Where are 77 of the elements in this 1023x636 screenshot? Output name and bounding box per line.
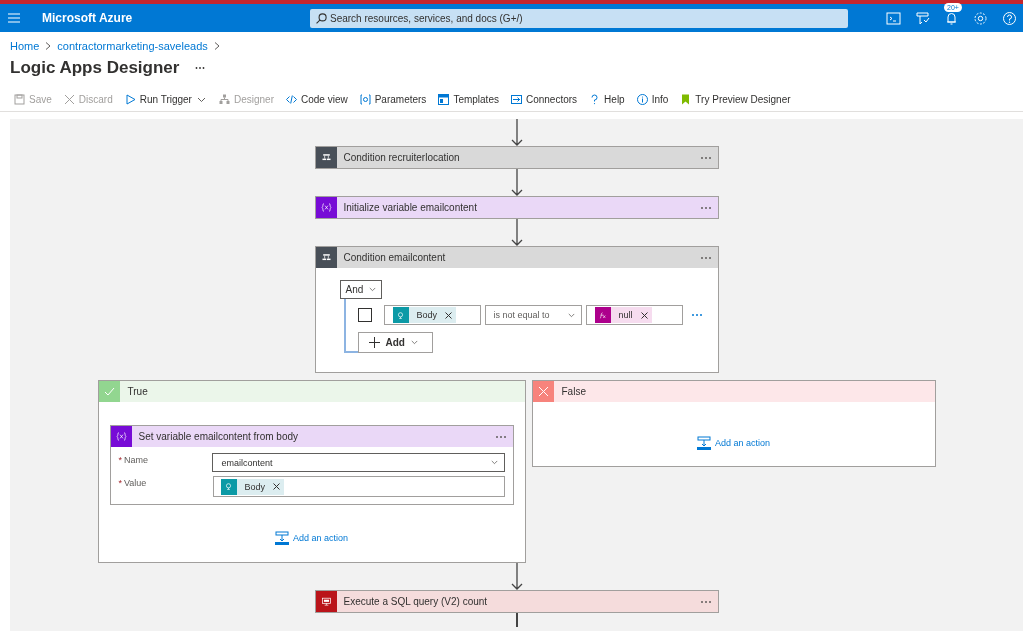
- add-dropdown[interactable]: Add: [357, 332, 433, 353]
- menu-icon[interactable]: [8, 13, 20, 23]
- code-icon: [286, 94, 297, 105]
- info-icon: [636, 94, 648, 105]
- variable-icon: [315, 197, 337, 218]
- step-card[interactable]: Condition recruiterlocation: [314, 146, 719, 169]
- play-icon: [124, 94, 136, 105]
- chevron-down-icon: [369, 286, 377, 293]
- toolbar-button[interactable]: Help: [589, 94, 625, 105]
- step-card[interactable]: Set variable emailcontent from body * Name emailcontent * Value Body: [109, 425, 514, 505]
- token-chip[interactable]: Body: [220, 478, 284, 495]
- token-chip[interactable]: Body: [392, 307, 456, 323]
- close-icon: [63, 94, 75, 105]
- step-card[interactable]: Condition emailcontent And Body is not equal to null Add: [314, 246, 719, 373]
- chevron-down-icon: [490, 459, 498, 466]
- globe-icon: [397, 311, 404, 319]
- remove-icon[interactable]: [445, 311, 452, 319]
- field-label: * Name: [118, 454, 150, 465]
- toolbar-button[interactable]: Try Preview Designer: [680, 94, 791, 105]
- add-step-icon: [696, 436, 711, 450]
- add-action-link[interactable]: Add an action: [274, 531, 348, 545]
- field-label: * Value: [118, 477, 148, 488]
- help-icon: [589, 94, 601, 105]
- monitor-icon: [315, 591, 337, 612]
- condition-icon: [315, 247, 337, 268]
- step-card[interactable]: Initialize variable emailcontent: [314, 196, 719, 219]
- operator-dropdown[interactable]: is not equal to: [484, 305, 582, 325]
- chevron-down-icon: [410, 339, 418, 346]
- branch-title: True: [126, 386, 148, 397]
- page-title: Logic Apps Designer: [10, 58, 180, 78]
- flow-arrow: [510, 563, 523, 590]
- remove-icon[interactable]: [273, 483, 280, 490]
- chevron-icon: [213, 42, 220, 50]
- more-icon[interactable]: [195, 66, 206, 70]
- flow-arrow: [510, 119, 523, 146]
- toolbar-button[interactable]: Templates: [438, 94, 499, 105]
- variable-icon: [110, 426, 132, 447]
- help-icon[interactable]: [1002, 10, 1017, 26]
- step-card[interactable]: Execute a SQL query (V2) count: [314, 590, 719, 613]
- toolbar-button[interactable]: Code view: [286, 94, 348, 105]
- globe-icon: [225, 483, 232, 490]
- parameters-icon: [359, 94, 371, 105]
- connector-icon: [510, 94, 522, 105]
- add-action-link[interactable]: Add an action: [696, 436, 770, 450]
- hierarchy-icon: [218, 94, 230, 105]
- value-field[interactable]: Body: [212, 476, 505, 497]
- toolbar-button[interactable]: Parameters: [359, 94, 427, 105]
- terminal-icon[interactable]: [886, 10, 901, 26]
- flow-arrow: [510, 169, 523, 196]
- template-icon: [438, 94, 450, 105]
- notifications-icon[interactable]: [944, 10, 959, 26]
- plus-icon: [368, 337, 380, 348]
- search-field[interactable]: Search resources, services, and docs (G+/): [310, 8, 848, 28]
- breadcrumb-link[interactable]: contractormarketing-saveleads: [57, 40, 208, 52]
- condition-icon: [315, 147, 337, 168]
- breadcrumb-link[interactable]: Home: [10, 40, 40, 52]
- chevron-down-icon: [567, 311, 575, 319]
- flow-arrow: [510, 219, 523, 246]
- row-checkbox[interactable]: [357, 308, 372, 322]
- name-dropdown[interactable]: emailcontent: [212, 453, 505, 472]
- function-icon: [599, 311, 606, 319]
- branch-title: False: [560, 386, 586, 397]
- brand-name[interactable]: Microsoft Azure: [42, 11, 310, 25]
- toolbar-button[interactable]: Run Trigger: [124, 94, 207, 105]
- add-step-icon: [274, 531, 289, 545]
- condition-field[interactable]: null: [585, 305, 683, 325]
- bookmark-icon: [680, 94, 692, 105]
- settings-icon[interactable]: [973, 10, 988, 26]
- toolbar-button[interactable]: Connectors: [510, 94, 578, 105]
- chevron-icon: [45, 42, 52, 50]
- condition-field[interactable]: Body: [383, 305, 481, 325]
- remove-icon[interactable]: [640, 311, 648, 319]
- filter-icon[interactable]: [915, 10, 930, 26]
- token-chip[interactable]: null: [594, 307, 652, 323]
- save-icon: [14, 94, 25, 105]
- group-operator-dropdown[interactable]: And: [339, 280, 383, 299]
- toolbar-button[interactable]: Info: [636, 94, 669, 105]
